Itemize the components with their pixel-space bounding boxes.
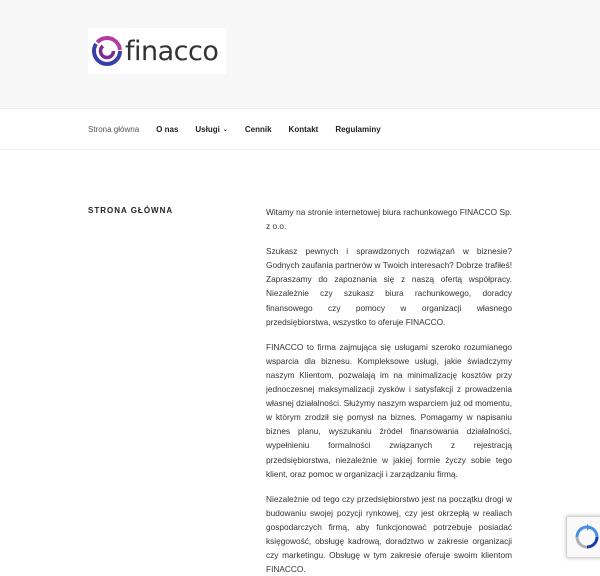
nav-item-regulations[interactable]: Regulaminy <box>335 125 380 134</box>
nav-menu: Strona główna O nas Usługi ⌄ Cennik Konta… <box>88 109 398 149</box>
nav-item-pricing[interactable]: Cennik <box>245 125 272 134</box>
page-content: Witamy na stronie internetowej biura rac… <box>266 205 512 576</box>
finacco-logo-icon <box>92 36 122 66</box>
nav-item-about[interactable]: O nas <box>156 125 178 134</box>
chevron-down-icon: ⌄ <box>222 126 228 133</box>
main-navigation: Strona główna O nas Usługi ⌄ Cennik Konta… <box>0 108 600 150</box>
nav-item-label: Strona główna <box>88 124 140 134</box>
site-logo[interactable]: finacco <box>88 28 226 74</box>
content-paragraph: Szukasz pewnych i sprawdzonych rozwiązań… <box>266 246 512 327</box>
nav-item-contact[interactable]: Kontakt <box>289 125 319 134</box>
nav-item-services[interactable]: Usługi ⌄ <box>195 125 227 134</box>
recaptcha-icon <box>575 524 599 549</box>
page-title: Strona główna <box>88 206 174 215</box>
recaptcha-badge[interactable] <box>566 516 600 558</box>
nav-item-label: Usługi <box>195 124 220 134</box>
nav-item-label: Regulaminy <box>335 124 381 134</box>
nav-item-label: O nas <box>156 124 179 134</box>
nav-item-label: Kontakt <box>288 124 319 134</box>
nav-item-label: Cennik <box>244 124 272 134</box>
site-header: finacco <box>0 0 600 108</box>
content-paragraph: FINACCO to firma zajmująca się usługami … <box>266 341 512 479</box>
logo-wordmark: finacco <box>125 35 219 67</box>
content-paragraph: Niezależnie od tego czy przedsiębiorstwo… <box>266 493 512 575</box>
nav-item-home[interactable]: Strona główna <box>88 125 139 134</box>
content-paragraph: Witamy na stronie internetowej biura rac… <box>266 207 512 232</box>
